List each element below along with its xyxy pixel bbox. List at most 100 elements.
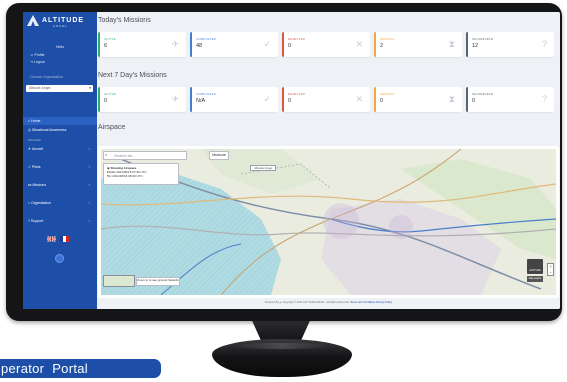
card-value: 48 <box>196 43 203 49</box>
card-value: 2 <box>380 43 384 49</box>
check-icon: ✓ <box>263 39 271 49</box>
sidebar-item-organisation[interactable]: ⌂ Organisation › <box>23 199 97 207</box>
question-icon: ? <box>541 94 547 104</box>
map-provider-logo: ALTITUDE <box>527 259 543 274</box>
stand-highlight <box>232 343 332 349</box>
card-value: 12 <box>472 43 479 49</box>
app-screen: ALTITUDE ANGEL Hello ☺ Profile ⇥ Logout … <box>23 12 560 309</box>
hourglass-icon: ⧗ <box>448 39 455 49</box>
card-label: INCOMPLETE <box>472 92 494 96</box>
mission-card-pending[interactable]: PENDING 0 ⧗ <box>374 87 462 112</box>
zoom-out-button[interactable]: − <box>548 270 553 276</box>
copyright-text: Copyright © 2021 ALTITUDE ANGEL. All Rig… <box>282 301 350 304</box>
org-select[interactable]: Altitude Angel ▾ <box>26 85 93 92</box>
mission-card-rejected[interactable]: REJECTED 0 ✕ <box>282 32 370 57</box>
terms-link[interactable]: Terms and Conditions <box>350 301 375 304</box>
airspace-info-box: ◉ Showing Airspace From: 2021/06/18 07:3… <box>103 163 179 185</box>
logout-link[interactable]: ⇥ Logout <box>30 60 45 64</box>
mission-card-incomplete[interactable]: INCOMPLETE 12? <box>466 32 554 57</box>
todays-mission-cards: ACTIVE 6 ✈ COMPLETED 48 ✓ REJECTED 0 ✕ PENDING 2 ⧗ I… <box>98 32 554 57</box>
hourglass-icon: ⧗ <box>448 94 455 104</box>
sidebar-item-label: Home <box>31 119 41 123</box>
operator-portal-badge: perator Portal <box>0 359 161 378</box>
plane-icon: ✈ <box>171 94 179 104</box>
monitor-frame: ALTITUDE ANGEL Hello ☺ Profile ⇥ Logout … <box>6 3 562 321</box>
card-label: COMPLETED <box>196 92 217 96</box>
profile-link[interactable]: ☺ Profile <box>30 53 44 57</box>
brand-sub: ANGEL <box>53 24 69 28</box>
mission-card-completed[interactable]: COMPLETED 48 ✓ <box>190 32 278 57</box>
card-label: ACTIVE <box>104 37 116 41</box>
mission-card-incomplete[interactable]: INCOMPLETE 0? <box>466 87 554 112</box>
chevron-right-icon: › <box>88 218 90 223</box>
card-value: 0 <box>104 98 108 104</box>
card-label: COMPLETED <box>196 37 217 41</box>
org-heading: Choose Organisation <box>30 75 63 79</box>
check-icon: ✓ <box>263 94 271 104</box>
org-select-value: Altitude Angel <box>29 86 51 90</box>
map-location-tag[interactable]: Altitude Angel <box>250 165 277 171</box>
card-label: PENDING <box>380 92 395 96</box>
plane-icon: ✈ <box>171 39 179 49</box>
mission-card-rejected[interactable]: REJECTED 0 ✕ <box>282 87 370 112</box>
map-layers-button[interactable]: Map Layers <box>527 276 543 282</box>
footer: Powered By ◭ Copyright © 2021 ALTITUDE A… <box>97 301 560 304</box>
sidebar-item-aircraft[interactable]: ✈ Aircraft › <box>23 145 97 153</box>
card-value: 0 <box>288 98 292 104</box>
mission-card-completed[interactable]: COMPLETED N/A ✓ <box>190 87 278 112</box>
sidebar-item-support[interactable]: ? Support › <box>23 217 97 225</box>
next-7-days-title: Next 7 Day's Missions <box>98 72 167 79</box>
privacy-link[interactable]: Privacy Policy <box>376 301 392 304</box>
card-value: 0 <box>380 98 384 104</box>
card-label: ACTIVE <box>104 92 116 96</box>
welcome-text: Hello <box>56 45 64 49</box>
monitor-stand-neck <box>252 321 310 341</box>
map-search-input[interactable]: Search for... <box>103 151 187 160</box>
card-label: REJECTED <box>288 92 306 96</box>
card-value: N/A <box>196 98 206 104</box>
close-icon: ✕ <box>355 39 363 49</box>
sidebar-item-pilots[interactable]: ✓ Pilots › <box>23 163 97 171</box>
search-icon: ⌕ <box>105 152 108 157</box>
chevron-right-icon: › <box>88 146 90 151</box>
card-label: PENDING <box>380 37 395 41</box>
sidebar-item-missions[interactable]: ⋈ Missions › <box>23 181 97 189</box>
sidebar-item-situational-awareness[interactable]: ◎ Situational Awareness <box>23 126 97 134</box>
info-to-label: To: <box>107 174 112 179</box>
chevron-right-icon: › <box>88 182 90 187</box>
collapse-sidebar-button[interactable] <box>55 254 64 263</box>
zoom-hint: Zoom in to see ground hazards <box>136 277 180 286</box>
card-value: 6 <box>104 43 108 49</box>
chevron-right-icon: › <box>88 200 90 205</box>
airspace-panel: Search for... ⌕ Measure ◉ Showing Airspa… <box>98 146 559 298</box>
sidebar-item-home[interactable]: ⌂ Home <box>23 117 97 125</box>
brand-name: ALTITUDE <box>42 17 85 24</box>
french-flag-icon[interactable] <box>60 236 69 242</box>
angel-logo-icon <box>27 15 39 26</box>
card-label: INCOMPLETE <box>472 37 494 41</box>
main-content: Today's Missions ACTIVE 6 ✈ COMPLETED 48 ✓ REJ… <box>97 12 560 309</box>
sidebar-item-label: Support <box>30 219 44 223</box>
sidebar-item-label: Missions <box>32 183 47 187</box>
card-label: REJECTED <box>288 37 306 41</box>
chevron-right-icon: › <box>88 164 90 169</box>
zoom-control: + − <box>547 263 554 276</box>
sidebar: ALTITUDE ANGEL Hello ☺ Profile ⇥ Logout … <box>23 12 97 309</box>
sidebar-item-label: Organisation <box>31 201 51 205</box>
mission-card-pending[interactable]: PENDING 2 ⧗ <box>374 32 462 57</box>
info-to: To: 2021/06/18 08:30 UTC <box>107 174 175 178</box>
airspace-title: Airspace <box>98 124 126 131</box>
mission-card-active[interactable]: ACTIVE 0 ✈ <box>98 87 186 112</box>
chevron-down-icon: ▾ <box>89 86 91 90</box>
logout-label: Logout <box>33 60 45 64</box>
mission-card-active[interactable]: ACTIVE 6 ✈ <box>98 32 186 57</box>
manage-section-label: MANAGE <box>28 138 42 142</box>
powered-by-text: Powered By <box>264 301 279 304</box>
sidebar-item-label: Aircraft <box>31 147 43 151</box>
info-to-value: 2021/06/18 08:30 UTC <box>112 174 143 179</box>
uk-flag-icon[interactable] <box>47 236 56 242</box>
question-icon: ? <box>541 39 547 49</box>
todays-missions-title: Today's Missions <box>98 17 151 24</box>
minimap[interactable] <box>103 275 135 287</box>
measure-button[interactable]: Measure <box>209 151 229 160</box>
